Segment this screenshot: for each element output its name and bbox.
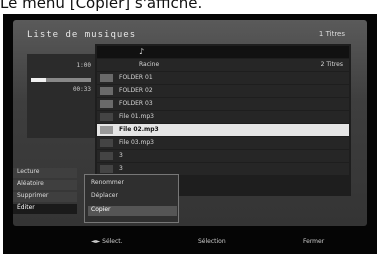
list-header-count: 2 Titres: [320, 61, 343, 68]
folder-icon: [100, 74, 113, 82]
folder-icon: [100, 100, 113, 108]
file-row[interactable]: File 01.mp3: [97, 111, 349, 123]
row-label: File 03.mp3: [119, 139, 154, 146]
music-file-icon: [100, 126, 113, 134]
folder-icon: [100, 87, 113, 95]
submenu-copy[interactable]: Copier: [88, 206, 177, 216]
submenu-rename[interactable]: Renommer: [88, 179, 177, 189]
row-label: File 01.mp3: [119, 113, 154, 120]
list-header-row: Racine 2 Titres: [97, 59, 349, 71]
playback-info-box: 1:00 00:33: [27, 54, 99, 138]
music-file-icon: [100, 165, 113, 173]
folder-row[interactable]: FOLDER 03: [97, 98, 349, 110]
row-label: FOLDER 01: [119, 74, 153, 81]
command-play[interactable]: Lecture: [13, 168, 77, 178]
command-edit[interactable]: Éditer: [13, 204, 77, 214]
music-file-icon: [100, 152, 113, 160]
edit-submenu: Renommer Déplacer Copier: [84, 174, 179, 223]
music-file-icon: [100, 113, 113, 121]
file-row[interactable]: 3: [97, 150, 349, 162]
folder-row[interactable]: FOLDER 01: [97, 72, 349, 84]
command-random[interactable]: Aléatoire: [13, 180, 77, 190]
elapsed-time: 00:33: [72, 86, 91, 93]
hint-close: Fermer: [303, 238, 325, 245]
file-row[interactable]: File 02.mp3: [97, 124, 349, 136]
row-label: 3: [119, 165, 123, 172]
command-delete[interactable]: Supprimer: [13, 192, 77, 202]
music-note-icon: ♪: [139, 47, 145, 56]
row-label: FOLDER 03: [119, 100, 153, 107]
list-header-label: Racine: [139, 61, 160, 68]
row-label: FOLDER 02: [119, 87, 153, 94]
caption: Le menu [Copier] s'affiche.: [0, 0, 203, 12]
submenu-move[interactable]: Déplacer: [88, 192, 177, 202]
progress-bar: [31, 78, 91, 82]
panel-title: Liste de musiques: [27, 30, 137, 40]
progress-fill: [31, 78, 46, 82]
total-time: 1:00: [76, 62, 91, 69]
hint-page: Sélection: [198, 238, 226, 245]
folder-row[interactable]: FOLDER 02: [97, 85, 349, 97]
list-toolbar: ♪: [97, 46, 349, 58]
file-row[interactable]: File 03.mp3: [97, 137, 349, 149]
hint-bar: ◄► Sélect. Sélection Fermer: [13, 228, 367, 248]
hint-select: ◄► Sélect.: [91, 238, 123, 245]
music-file-icon: [100, 139, 113, 147]
row-label: 3: [119, 152, 123, 159]
tv-screen: Liste de musiques 1 Titres 1:00 00:33 ♪ …: [3, 14, 377, 254]
row-label: File 02.mp3: [119, 126, 159, 133]
title-count: 1 Titres: [318, 30, 345, 38]
